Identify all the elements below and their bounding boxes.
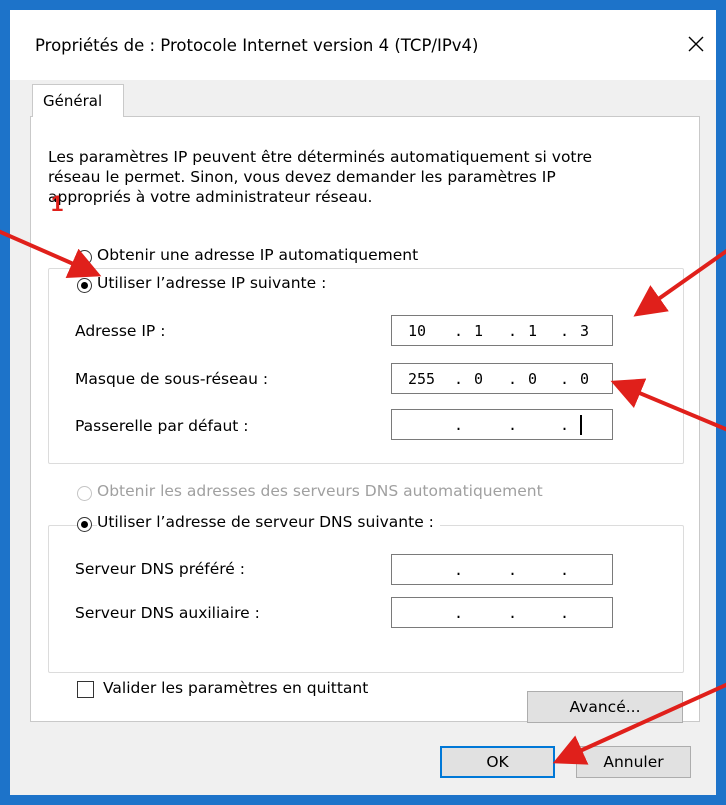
- ip-dot: .: [508, 370, 518, 388]
- subnet-mask-label: Masque de sous-réseau :: [75, 370, 269, 388]
- annotation-number: 1: [51, 191, 64, 216]
- ip-dot: .: [454, 370, 464, 388]
- ip-dot: .: [560, 322, 570, 340]
- ip-dot: .: [560, 370, 570, 388]
- title-bar: Propriétés de : Protocole Internet versi…: [10, 10, 716, 80]
- text-caret: [580, 415, 582, 435]
- alternate-dns-input[interactable]: . . .: [391, 597, 613, 628]
- close-icon: [688, 36, 704, 52]
- validate-checkbox-label[interactable]: Valider les paramètres en quittant: [103, 679, 368, 697]
- ip-dot: .: [560, 416, 570, 434]
- ip-octet: 3: [580, 322, 590, 340]
- ip-address-label: Adresse IP :: [75, 322, 166, 340]
- ip-dot: .: [560, 604, 570, 622]
- ok-button[interactable]: OK: [440, 746, 555, 778]
- ip-dot: .: [454, 561, 464, 579]
- close-button[interactable]: [676, 24, 716, 64]
- preferred-dns-label: Serveur DNS préféré :: [75, 560, 245, 578]
- ip-octet: 10: [408, 322, 427, 340]
- ip-dot: .: [508, 322, 518, 340]
- description-line: Les paramètres IP peuvent être déterminé…: [48, 148, 593, 166]
- alternate-dns-label: Serveur DNS auxiliaire :: [75, 604, 260, 622]
- radio-ip-manual[interactable]: [77, 278, 92, 293]
- validate-checkbox[interactable]: [77, 681, 94, 698]
- ip-dot: .: [508, 416, 518, 434]
- tab-panel-general: Les paramètres IP peuvent être déterminé…: [30, 116, 700, 723]
- gateway-input[interactable]: . . .: [391, 409, 613, 440]
- ip-octet: 0: [474, 370, 484, 388]
- radio-dns-manual[interactable]: [77, 517, 92, 532]
- radio-dns-auto-label[interactable]: Obtenir les adresses des serveurs DNS au…: [97, 482, 543, 500]
- ip-dot: .: [508, 604, 518, 622]
- tab-general[interactable]: Général: [32, 84, 124, 117]
- gateway-label: Passerelle par défaut :: [75, 417, 249, 435]
- ip-dot: .: [454, 604, 464, 622]
- dialog-client: Général Les paramètres IP peuvent être d…: [10, 80, 716, 795]
- ip-dot: .: [508, 561, 518, 579]
- subnet-mask-input[interactable]: 255 . 0 . 0 . 0: [391, 363, 613, 394]
- ip-octet: 255: [408, 370, 436, 388]
- ip-address-input[interactable]: 10 . 1 . 1 . 3: [391, 315, 613, 346]
- radio-ip-auto-label[interactable]: Obtenir une adresse IP automatiquement: [97, 246, 418, 264]
- ip-octet: 0: [528, 370, 538, 388]
- ip-octet: 0: [580, 370, 590, 388]
- description-line: réseau le permet. Sinon, vous devez dema…: [48, 168, 556, 186]
- advanced-button[interactable]: Avancé...: [527, 691, 683, 723]
- window-title: Propriétés de : Protocole Internet versi…: [35, 36, 479, 55]
- ip-dot: .: [560, 561, 570, 579]
- ip-octet: 1: [474, 322, 484, 340]
- cancel-button[interactable]: Annuler: [576, 746, 691, 778]
- ip-dot: .: [454, 322, 464, 340]
- ip-dot: .: [454, 416, 464, 434]
- description-line: appropriés à votre administrateur réseau…: [48, 188, 373, 206]
- radio-dns-auto[interactable]: [77, 486, 92, 501]
- radio-ip-manual-label[interactable]: Utiliser l’adresse IP suivante :: [97, 274, 333, 292]
- preferred-dns-input[interactable]: . . .: [391, 554, 613, 585]
- radio-ip-auto[interactable]: [77, 250, 92, 265]
- description-text: Les paramètres IP peuvent être déterminé…: [48, 147, 668, 207]
- ip-octet: 1: [528, 322, 538, 340]
- radio-dns-manual-label[interactable]: Utiliser l’adresse de serveur DNS suivan…: [97, 513, 440, 531]
